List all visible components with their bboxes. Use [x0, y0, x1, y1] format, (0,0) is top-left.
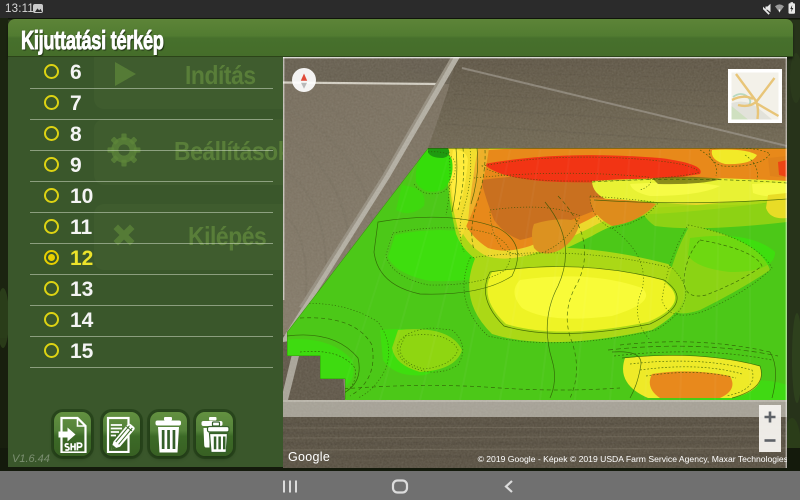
svg-text:© 2019 Google - Képek © 2019 U: © 2019 Google - Képek © 2019 USDA Farm S…	[478, 454, 787, 464]
svg-text:Google: Google	[288, 450, 330, 464]
